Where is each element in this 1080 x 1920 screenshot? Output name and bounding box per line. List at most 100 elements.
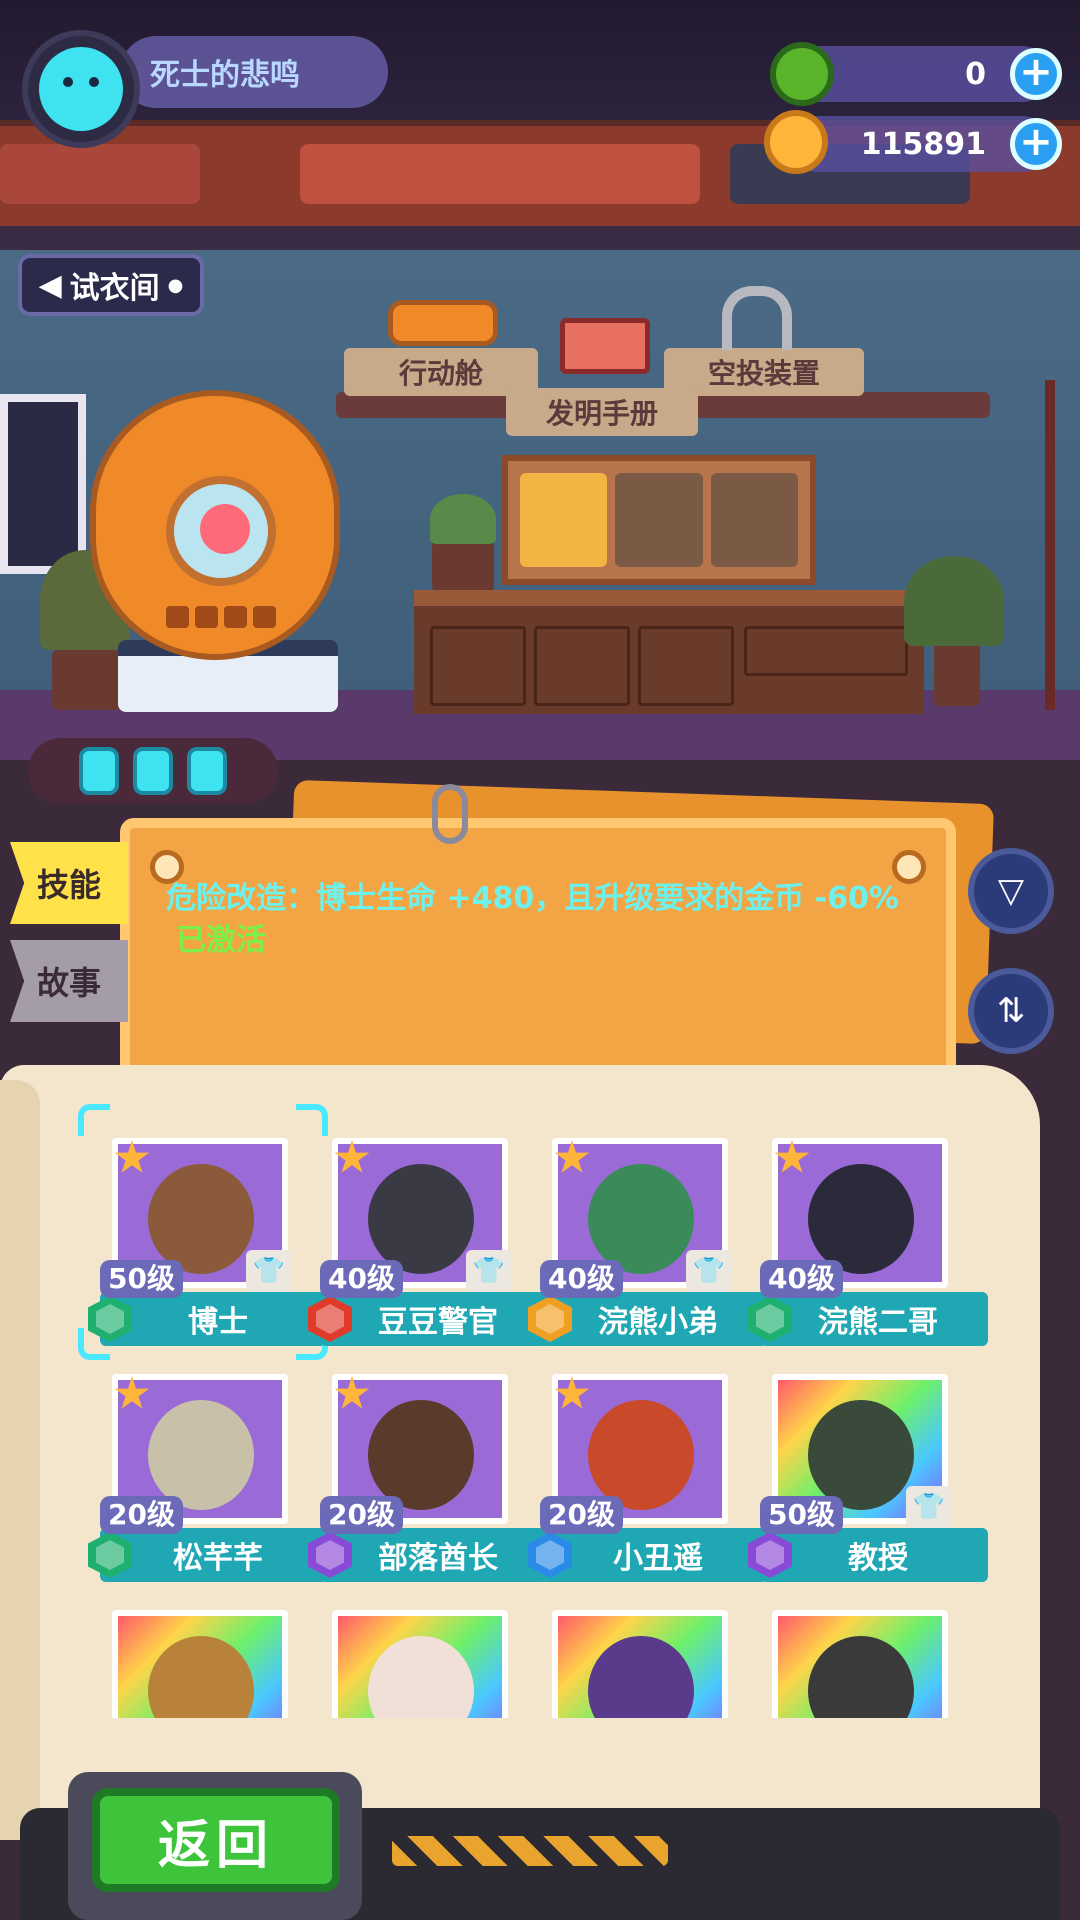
player-name-bar[interactable]: 死士的悲鸣 <box>120 36 388 108</box>
selection-corner <box>78 1104 110 1136</box>
character-name: 博士 <box>188 1305 248 1340</box>
tab-story-label: 故事 <box>36 964 101 1002</box>
character-card[interactable]: 小丑遥 20级 <box>528 1360 768 1584</box>
character-name: 豆豆警官 <box>378 1305 498 1340</box>
gold-coin-icon <box>764 110 828 174</box>
invention-manual-label: 发明手册 <box>545 397 658 430</box>
fitting-room-label: 试衣间 <box>69 271 160 306</box>
character-head <box>368 1400 474 1510</box>
energy-bar <box>28 738 278 804</box>
desk <box>414 590 924 714</box>
character-name: 浣熊小弟 <box>598 1305 718 1340</box>
shelf-panel <box>0 144 200 204</box>
plant <box>430 494 496 544</box>
character-name: 小丑遥 <box>613 1541 703 1576</box>
skill-status: 已激活 <box>176 923 266 958</box>
cabinet-slot <box>520 473 608 567</box>
back-button-label: 返回 <box>157 1815 274 1876</box>
robot-pod[interactable] <box>90 390 340 660</box>
shelf-panel <box>300 144 700 204</box>
character-head <box>148 1400 254 1510</box>
plant <box>904 556 1004 646</box>
skill-text: 危险改造：博士生命 +480，且升级要求的金币 -60% <box>166 881 899 916</box>
outfit-icon[interactable]: 👕 <box>246 1250 292 1292</box>
airdrop-device-label: 空投装置 <box>707 357 820 390</box>
skill-description: 危险改造：博士生命 +480，且升级要求的金币 -60% 已激活 <box>166 878 916 962</box>
book-edge <box>0 1080 40 1840</box>
paper-clip-icon <box>432 784 468 844</box>
character-level: 40级 <box>540 1260 623 1298</box>
energy-cell-icon <box>187 747 227 795</box>
character-name: 松芊芊 <box>173 1541 263 1576</box>
character-card[interactable]: 松芊芊 20级 <box>88 1360 328 1584</box>
character-name: 部落酋长 <box>378 1541 498 1576</box>
tab-skill[interactable]: 技能 <box>10 842 128 924</box>
character-level: 20级 <box>100 1496 183 1534</box>
selection-corner <box>78 1328 110 1360</box>
plant-pot <box>432 540 494 592</box>
hazard-stripe <box>392 1836 668 1866</box>
back-button[interactable]: 返回 <box>92 1788 340 1892</box>
sort-icon: ⇅ <box>996 991 1026 1031</box>
pilot-icon <box>200 504 250 554</box>
character-level: 20级 <box>320 1496 403 1534</box>
desk-drawer <box>638 626 734 706</box>
dot-icon: ● <box>167 274 184 296</box>
character-card[interactable]: 👕 浣熊小弟 40级 <box>528 1124 768 1348</box>
outfit-icon[interactable]: 👕 <box>686 1250 732 1292</box>
energy-cell-icon <box>79 747 119 795</box>
character-card[interactable]: 部落酋长 20级 <box>308 1360 548 1584</box>
back-arrow-icon: ◀ <box>38 267 62 303</box>
filter-icon: ▽ <box>997 871 1025 911</box>
desk-drawer <box>534 626 630 706</box>
add-gem-button[interactable]: + <box>1010 48 1062 100</box>
action-pod-label: 行动舱 <box>398 357 483 390</box>
player-name: 死士的悲鸣 <box>150 58 300 93</box>
character-head <box>148 1164 254 1274</box>
blurred-footer-text <box>280 1766 980 1800</box>
character-head <box>588 1164 694 1274</box>
tab-skill-label: 技能 <box>36 866 101 904</box>
gem-value: 0 <box>965 56 986 92</box>
sort-button[interactable]: ⇅ <box>968 968 1054 1054</box>
outfit-icon[interactable]: 👕 <box>906 1486 952 1528</box>
character-name: 浣熊二哥 <box>818 1305 938 1340</box>
character-head <box>588 1400 694 1510</box>
character-card[interactable]: 👕 豆豆警官 40级 <box>308 1124 548 1348</box>
character-card[interactable]: 👕 教授 50级 <box>748 1360 988 1584</box>
add-gold-button[interactable]: + <box>1010 118 1062 170</box>
character-level: 40级 <box>760 1260 843 1298</box>
manual-book-icon <box>560 318 650 374</box>
character-level: 50级 <box>760 1496 843 1534</box>
robot-porthole <box>166 476 276 586</box>
plant-pot <box>52 650 124 710</box>
gem-icon <box>770 42 834 106</box>
character-level: 20级 <box>540 1496 623 1534</box>
desk-drawer <box>744 626 908 676</box>
invention-manual-sign[interactable]: 发明手册 <box>506 388 698 436</box>
outfit-icon[interactable]: 👕 <box>466 1250 512 1292</box>
character-level: 50级 <box>100 1260 183 1298</box>
character-head <box>368 1164 474 1274</box>
fitting-room-button[interactable]: ◀ 试衣间 ● <box>18 254 204 316</box>
game-scene: 死士的悲鸣 0 + 115891 + ◀ 试衣间 ● 行动舱 空投装置 发明手册 <box>0 0 1080 1920</box>
character-card[interactable]: 浣熊二哥 40级 <box>748 1124 988 1348</box>
action-pod-icon <box>388 300 498 346</box>
character-card[interactable]: 👕 博士 50级 <box>78 1104 328 1360</box>
cabinet-slot <box>615 473 703 567</box>
tab-story[interactable]: 故事 <box>10 940 128 1022</box>
cat-face-icon <box>39 47 123 131</box>
character-level: 40级 <box>320 1260 403 1298</box>
plant-pot <box>934 640 980 706</box>
cabinet-slot <box>710 473 798 567</box>
character-head <box>808 1164 914 1274</box>
desk-drawer <box>430 626 526 706</box>
robot-grille <box>166 606 276 628</box>
claw-icon <box>722 286 792 350</box>
character-head <box>808 1400 914 1510</box>
energy-cell-icon <box>133 747 173 795</box>
display-cabinet[interactable] <box>502 455 816 585</box>
player-avatar[interactable] <box>22 30 140 148</box>
filter-button[interactable]: ▽ <box>968 848 1054 934</box>
gold-value: 115891 <box>860 126 986 162</box>
